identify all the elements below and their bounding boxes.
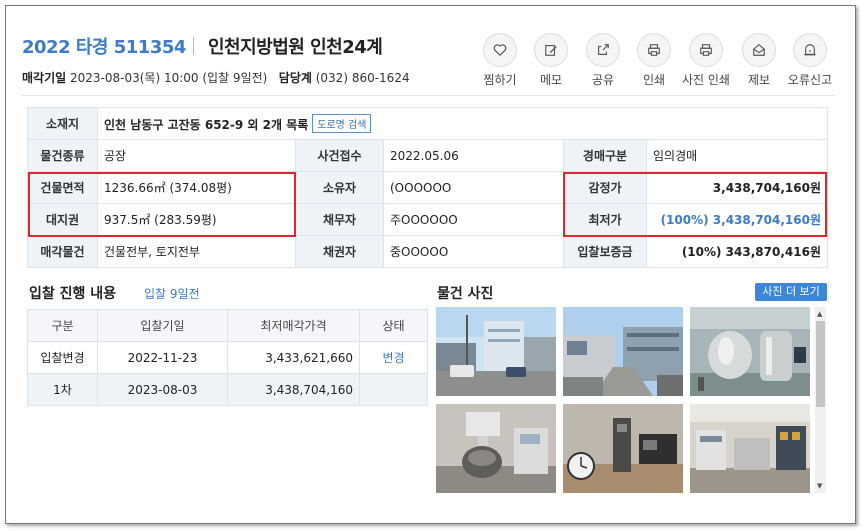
print-label: 인쇄: [642, 73, 666, 87]
memo-icon: [545, 45, 557, 56]
error-report-button[interactable]: 오류신고: [782, 33, 838, 88]
photo-grid: [436, 307, 812, 493]
bidding-section-title: 입찰 진행 내용: [29, 286, 117, 302]
column-header: 최저매각가격: [227, 309, 360, 342]
contact-label: 담당계: [278, 71, 312, 85]
column-header: 입찰기일: [97, 309, 228, 342]
print-button[interactable]: 인쇄: [626, 33, 682, 88]
bid-date: 2023-08-03: [97, 373, 228, 406]
more-photos-button[interactable]: 사진 더 보기: [755, 283, 827, 301]
auction-type-label: 경매구분: [563, 139, 647, 172]
report-button[interactable]: 제보: [731, 33, 787, 88]
creditor-value: 중OOOOO: [383, 235, 564, 268]
title-divider: [193, 37, 194, 55]
case-subinfo: 매각기일 2023-08-03(목) 10:00 (입찰 9일전) 담당계 (0…: [22, 69, 410, 86]
case-number: 2022 타경 511354: [22, 37, 186, 58]
property-photo[interactable]: [563, 404, 683, 493]
bidding-table: 구분 입찰기일 최저매각가격 상태 입찰변경 2022-11-23 3,433,…: [27, 309, 428, 406]
photos-section-title: 물건 사진: [437, 286, 494, 302]
contact-value: (032) 860-1624: [315, 71, 410, 85]
header-divider: [22, 95, 835, 96]
received-label: 사건접수: [295, 139, 384, 172]
sale-date-value: 2023-08-03(목) 10:00 (입찰 9일전): [70, 71, 268, 85]
location-cell: 인천 남동구 고잔동 652-9 외 2개 목록 도로명 검색: [97, 107, 828, 140]
sale-item-value: 건물전부, 토지전부: [97, 235, 296, 268]
favorite-label: 찜하기: [483, 73, 517, 87]
bid-status: [359, 373, 428, 406]
print-icon: [648, 44, 660, 56]
column-header: 구분: [27, 309, 98, 342]
type-label: 물건종류: [27, 139, 98, 172]
type-value: 공장: [97, 139, 296, 172]
bid-date: 2022-11-23: [97, 341, 228, 374]
road-name-search-button[interactable]: 도로명 검색: [312, 114, 372, 133]
owner-value: (OOOOOO: [383, 171, 564, 204]
heart-icon: [493, 44, 507, 56]
favorite-button[interactable]: 찜하기: [472, 33, 528, 88]
table-row: 물건종류 공장 사건접수 2022.05.06 경매구분 임의경매: [27, 139, 828, 172]
price-highlight-box: [563, 172, 827, 237]
property-photo[interactable]: [436, 307, 556, 396]
sale-item-label: 매각물건: [27, 235, 98, 268]
table-row: 입찰변경 2022-11-23 3,433,621,660 변경: [27, 341, 428, 374]
table-row: 매각물건 건물전부, 토지전부 채권자 중OOOOO 입찰보증금 (10%) 3…: [27, 235, 828, 268]
photo-scrollbar[interactable]: ▲ ▼: [815, 307, 826, 493]
print-photo-button[interactable]: 사진 인쇄: [678, 33, 734, 88]
bid-type: 1차: [27, 373, 98, 406]
debtor-label: 채무자: [295, 203, 384, 236]
creditor-label: 채권자: [295, 235, 384, 268]
sale-date-label: 매각기일: [22, 71, 67, 85]
location-value: 인천 남동구 고잔동 652-9 외 2개 목록: [104, 118, 309, 132]
bid-price: 3,438,704,160: [227, 373, 360, 406]
share-label: 공유: [591, 73, 615, 87]
error-report-label: 오류신고: [787, 73, 833, 87]
bid-type: 입찰변경: [27, 341, 98, 374]
print-photo-label: 사진 인쇄: [682, 73, 730, 87]
bidding-countdown: 입찰 9일전: [144, 287, 200, 301]
deposit-label: 입찰보증금: [563, 235, 647, 268]
debtor-value: 주OOOOOO: [383, 203, 564, 236]
memo-label: 메모: [539, 73, 563, 87]
table-row: 소재지 인천 남동구 고잔동 652-9 외 2개 목록 도로명 검색: [27, 107, 828, 140]
bid-price: 3,433,621,660: [227, 341, 360, 374]
scroll-up-icon[interactable]: ▲: [817, 310, 822, 318]
deposit-value: (10%) 343,870,416원: [646, 235, 828, 268]
property-photo[interactable]: [436, 404, 556, 493]
share-icon: [598, 44, 609, 55]
error-report-icon: [804, 44, 816, 56]
report-icon: [753, 44, 765, 56]
property-photo[interactable]: [563, 307, 683, 396]
auction-type-value: 임의경매: [646, 139, 828, 172]
owner-label: 소유자: [295, 171, 384, 204]
scrollbar-thumb[interactable]: [816, 321, 825, 407]
memo-button[interactable]: 메모: [523, 33, 579, 88]
received-value: 2022.05.06: [383, 139, 564, 172]
property-photo[interactable]: [690, 307, 810, 396]
court-name: 인천지방법원 인천24계: [208, 37, 383, 58]
property-photo[interactable]: [690, 404, 810, 493]
print-photo-icon: [700, 44, 712, 56]
column-header: 상태: [359, 309, 428, 342]
table-header-row: 구분 입찰기일 최저매각가격 상태: [27, 309, 428, 342]
table-row: 1차 2023-08-03 3,438,704,160: [27, 373, 428, 406]
scroll-down-icon[interactable]: ▼: [817, 482, 822, 490]
location-label: 소재지: [27, 107, 98, 140]
share-button[interactable]: 공유: [575, 33, 631, 88]
report-label: 제보: [747, 73, 771, 87]
area-highlight-box: [28, 172, 296, 237]
bid-status: 변경: [359, 341, 428, 374]
